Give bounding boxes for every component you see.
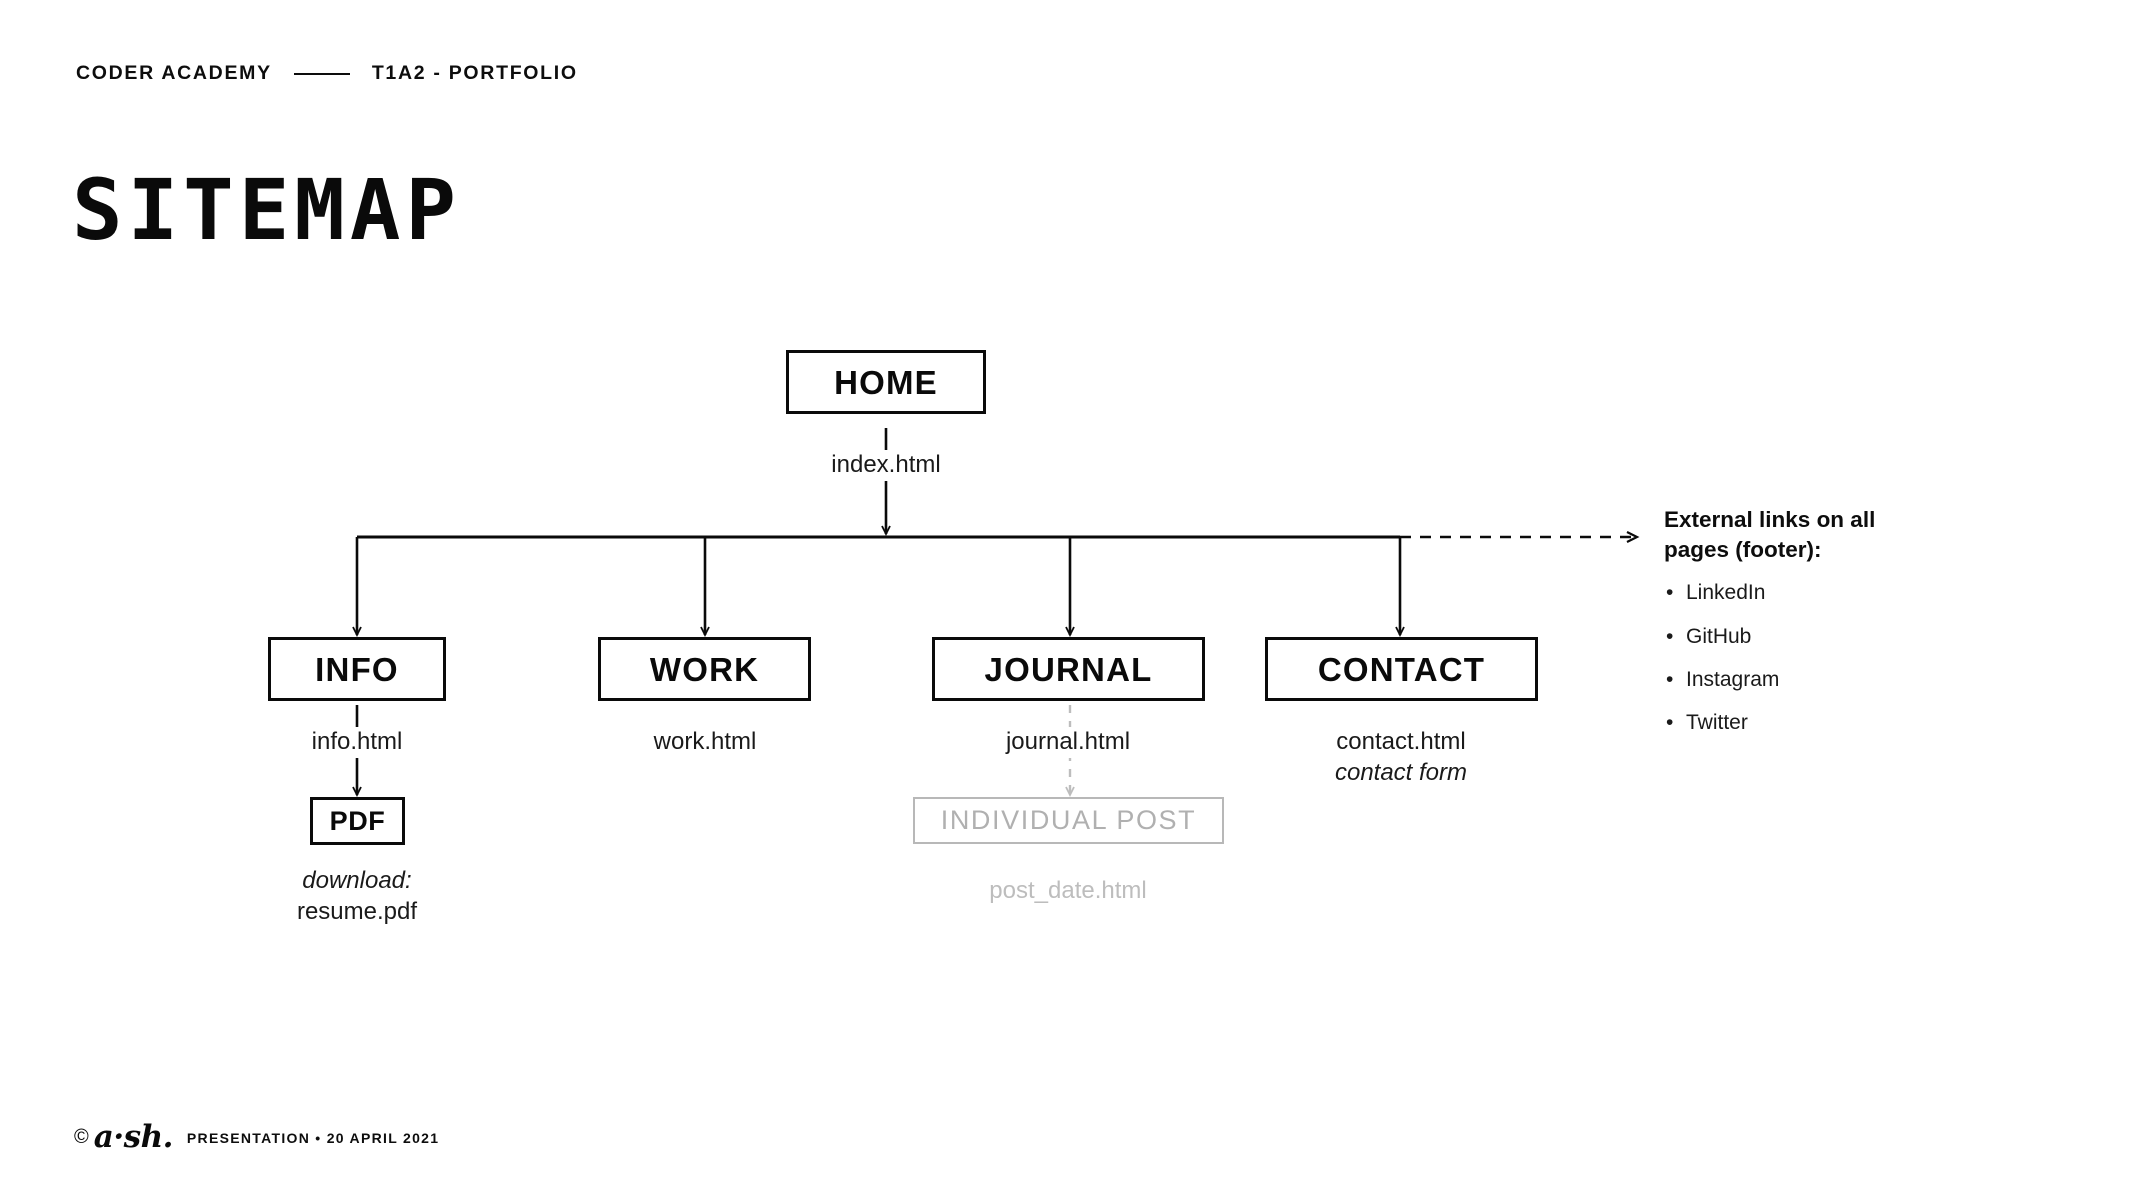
caption-individual-post: post_date.html (968, 876, 1168, 907)
caption-journal-file: journal.html (999, 727, 1137, 758)
node-individual-post[interactable]: INDIVIDUAL POST (913, 797, 1224, 844)
external-link-item[interactable]: • Instagram (1664, 666, 1934, 694)
node-contact-label: CONTACT (1317, 650, 1486, 688)
node-home-label: HOME (834, 363, 938, 401)
node-work-label: WORK (649, 650, 760, 688)
external-link-item[interactable]: • GitHub (1664, 623, 1934, 651)
node-work[interactable]: WORK (598, 637, 811, 701)
caption-info-file: info.html (305, 727, 409, 758)
caption-pdf: download: resume.pdf (257, 866, 457, 927)
node-home[interactable]: HOME (786, 350, 986, 414)
node-info-label: INFO (315, 650, 399, 688)
caption-contact-note: contact form (1334, 758, 1468, 786)
external-links-panel: External links on all pages (footer): • … (1664, 505, 1934, 737)
caption-home-file: index.html (825, 450, 947, 481)
caption-contact: contact.html contact form (1301, 727, 1501, 788)
caption-individual-post-file: post_date.html (989, 877, 1147, 904)
copyright-icon: © (74, 1126, 89, 1148)
external-link-item[interactable]: • LinkedIn (1664, 579, 1934, 607)
external-link-label: Instagram (1686, 667, 1780, 691)
node-journal[interactable]: JOURNAL (932, 637, 1205, 701)
node-contact[interactable]: CONTACT (1265, 637, 1538, 701)
bullet-icon: • (1666, 667, 1674, 691)
caption-contact-file: contact.html (1336, 728, 1466, 755)
ash-logo: a·sh. (93, 1119, 174, 1155)
caption-pdf-file: resume.pdf (296, 897, 418, 925)
node-info[interactable]: INFO (268, 637, 446, 701)
footer-meta-label: PRESENTATION • 20 APRIL 2021 (186, 1129, 440, 1146)
bullet-icon: • (1666, 624, 1674, 648)
external-links-heading: External links on all pages (footer): (1664, 507, 1876, 562)
external-link-label: Twitter (1686, 710, 1748, 734)
bullet-icon: • (1666, 710, 1674, 734)
caption-home: index.html (786, 450, 986, 481)
node-pdf-label: PDF (329, 805, 386, 836)
caption-info: info.html (257, 727, 457, 758)
external-link-label: GitHub (1686, 624, 1752, 648)
caption-journal: journal.html (968, 727, 1168, 758)
bullet-icon: • (1666, 581, 1674, 605)
external-link-label: LinkedIn (1686, 581, 1766, 605)
node-pdf[interactable]: PDF (310, 797, 405, 845)
slide-footer: © a·sh. PRESENTATION • 20 APRIL 2021 (74, 1122, 439, 1153)
caption-work-file: work.html (653, 728, 757, 755)
external-link-item[interactable]: • Twitter (1664, 709, 1934, 737)
caption-work: work.html (605, 727, 805, 758)
node-journal-label: JOURNAL (984, 650, 1153, 688)
caption-pdf-note: download: (302, 867, 412, 894)
node-individual-post-label: INDIVIDUAL POST (940, 805, 1197, 835)
